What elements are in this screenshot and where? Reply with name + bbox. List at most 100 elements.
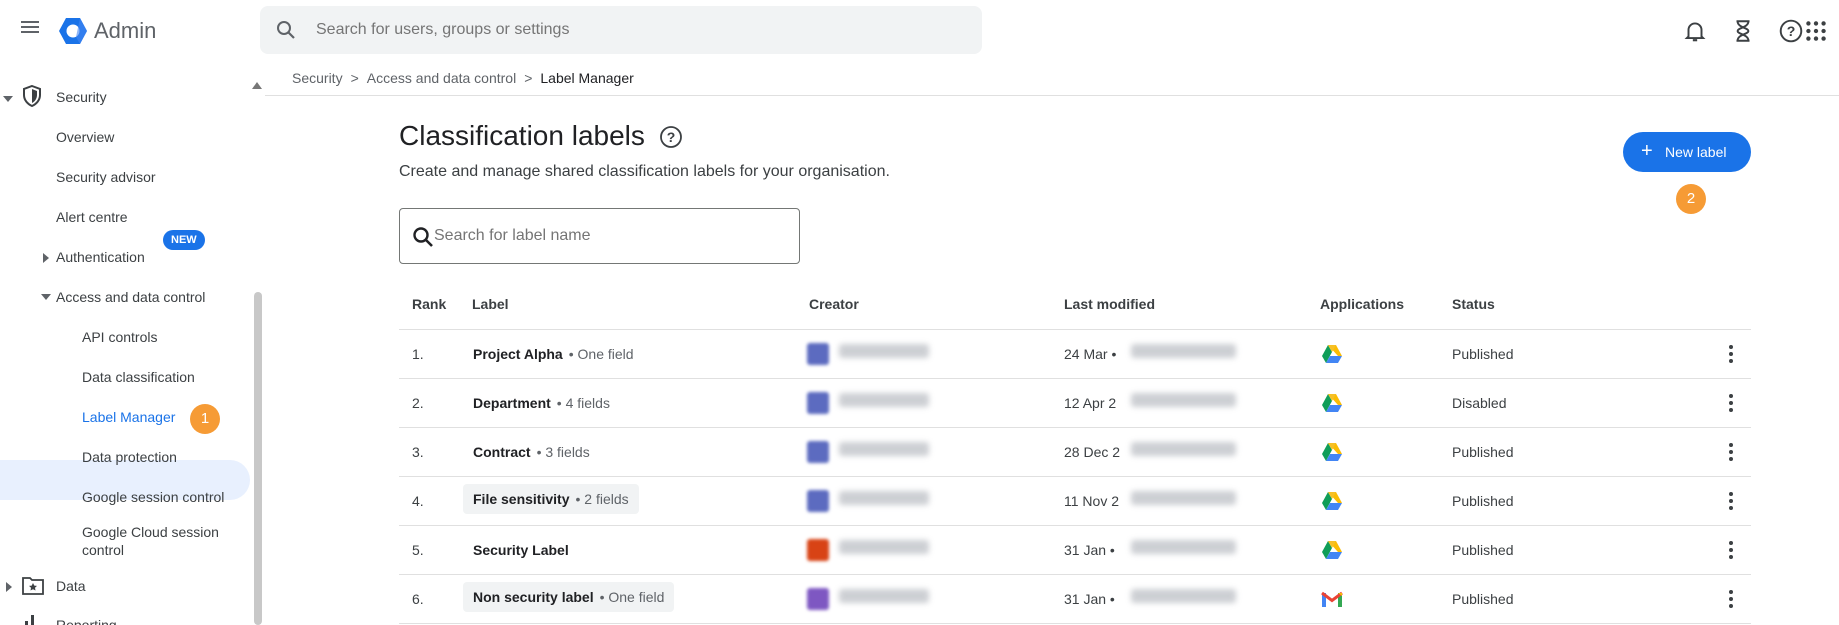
status-text: Published <box>1452 346 1514 362</box>
redacted-creator-name <box>839 442 929 456</box>
expand-arrow-icon[interactable] <box>6 582 12 592</box>
table-divider <box>399 623 1751 624</box>
sidebar-item-security-advisor[interactable]: Security advisor <box>56 169 156 185</box>
sidebar-item-data[interactable]: Data <box>56 578 86 594</box>
more-vert-icon[interactable] <box>1721 391 1741 417</box>
more-vert-icon[interactable] <box>1721 538 1741 564</box>
label-cell[interactable]: Contract • 3 fields <box>473 444 590 460</box>
redacted-creator-name <box>839 491 929 505</box>
expand-arrow-icon[interactable] <box>43 253 49 263</box>
scroll-up-arrow-icon[interactable] <box>252 82 262 89</box>
redacted-modifier-name <box>1131 491 1236 505</box>
table-row[interactable]: 5. Security Label 31 Jan • Published <box>399 526 1751 575</box>
help-icon[interactable]: ? <box>659 125 683 149</box>
label-chip[interactable]: Non security label • One field <box>463 582 675 612</box>
table-row[interactable]: 1. Project Alpha • One field 24 Mar • Publis… <box>399 330 1751 379</box>
search-icon <box>413 227 433 247</box>
top-bar: Admin ? <box>0 0 1839 62</box>
hourglass-icon[interactable] <box>1730 18 1756 44</box>
label-name: Security Label <box>473 542 569 558</box>
bar-chart-icon <box>25 615 34 625</box>
rank-cell: 3. <box>412 444 424 460</box>
sidebar-item-alert-centre[interactable]: Alert centre <box>56 209 128 225</box>
last-modified-date: 28 Dec 2 <box>1064 444 1121 460</box>
table-row[interactable]: 2. Department • 4 fields 12 Apr 2 Disabled <box>399 379 1751 428</box>
more-vert-icon[interactable] <box>1721 489 1741 515</box>
folder-star-icon <box>22 577 44 595</box>
label-field-count: • 4 fields <box>556 395 610 411</box>
sidebar-item-authentication[interactable]: Authentication <box>56 249 145 265</box>
breadcrumb-security[interactable]: Security <box>292 70 343 86</box>
sidebar-item-reporting[interactable]: Reporting <box>56 617 117 625</box>
label-name: File sensitivity <box>473 491 570 507</box>
sidebar: Security Overview Security advisor NEW A… <box>0 62 265 625</box>
plus-icon: + <box>1641 140 1653 162</box>
global-search[interactable] <box>260 6 982 54</box>
breadcrumb-label-manager: Label Manager <box>540 70 634 86</box>
more-vert-icon[interactable] <box>1721 440 1741 466</box>
sidebar-item-access-and-data-control[interactable]: Access and data control <box>56 289 205 305</box>
redacted-creator-name <box>839 393 929 407</box>
column-header-creator: Creator <box>809 296 859 312</box>
label-name: Department <box>473 395 551 411</box>
label-field-count: • One field <box>599 589 665 605</box>
google-drive-icon <box>1322 541 1342 559</box>
breadcrumb-access-and-data-control[interactable]: Access and data control <box>367 70 516 86</box>
help-icon[interactable]: ? <box>1778 18 1804 44</box>
expand-arrow-icon[interactable] <box>3 96 13 102</box>
sidebar-item-api-controls[interactable]: API controls <box>82 329 157 345</box>
rank-cell: 6. <box>412 591 424 607</box>
sidebar-item-security[interactable]: Security <box>56 89 107 105</box>
redacted-modifier-name <box>1131 540 1236 554</box>
label-cell[interactable]: Security Label <box>473 542 575 558</box>
label-cell[interactable]: Department • 4 fields <box>473 395 610 411</box>
avatar <box>807 588 829 610</box>
sidebar-item-google-cloud-session-control[interactable]: Google Cloud session control <box>82 523 232 559</box>
more-vert-icon[interactable] <box>1721 587 1741 613</box>
chevron-right-icon: > <box>350 70 359 86</box>
redacted-modifier-name <box>1131 589 1236 603</box>
sidebar-item-overview[interactable]: Overview <box>56 129 114 145</box>
label-name: Contract <box>473 444 531 460</box>
last-modified-date: 24 Mar • <box>1064 346 1117 362</box>
admin-logo[interactable] <box>58 17 88 45</box>
table-row[interactable]: 4. File sensitivity • 2 fields 11 Nov 2 Publ… <box>399 477 1751 526</box>
app-title[interactable]: Admin <box>94 18 156 44</box>
new-label-button-label: New label <box>1665 144 1727 160</box>
sidebar-scroll-thumb[interactable] <box>254 292 262 625</box>
apps-grid-icon[interactable] <box>1803 18 1829 44</box>
sidebar-item-data-classification[interactable]: Data classification <box>82 369 195 385</box>
table-row[interactable]: 3. Contract • 3 fields 28 Dec 2 Published <box>399 428 1751 477</box>
avatar <box>807 343 829 365</box>
chevron-right-icon: > <box>524 70 533 86</box>
label-field-count: • One field <box>568 346 634 362</box>
sidebar-item-label-manager[interactable]: Label Manager <box>82 409 175 425</box>
collapse-arrow-icon[interactable] <box>41 294 51 300</box>
column-header-label: Label <box>472 296 509 312</box>
new-label-button[interactable]: + New label <box>1623 132 1751 172</box>
global-search-input[interactable] <box>316 6 956 54</box>
bell-icon[interactable] <box>1682 18 1708 44</box>
more-vert-icon[interactable] <box>1721 342 1741 368</box>
last-modified-date: 11 Nov 2 <box>1064 493 1119 509</box>
redacted-modifier-name <box>1131 393 1236 407</box>
label-search-input[interactable] <box>434 209 784 263</box>
label-cell[interactable]: Project Alpha • One field <box>473 346 634 362</box>
column-header-last-modified: Last modified <box>1064 296 1156 312</box>
last-modified-date: 12 Apr 2 <box>1064 395 1117 411</box>
label-field-count: • 3 fields <box>536 444 590 460</box>
redacted-modifier-name <box>1131 442 1236 456</box>
sidebar-item-data-protection[interactable]: Data protection <box>82 449 177 465</box>
menu-icon[interactable] <box>18 18 42 42</box>
label-search[interactable] <box>399 208 800 264</box>
page-subtitle: Create and manage shared classification … <box>399 163 890 180</box>
page-title: Classification labels <box>399 120 645 151</box>
sidebar-item-google-session-control[interactable]: Google session control <box>82 489 224 505</box>
google-drive-icon <box>1322 492 1342 510</box>
table-row[interactable]: 6. Non security label • One field 31 Jan • P… <box>399 575 1751 624</box>
google-drive-icon <box>1322 345 1342 363</box>
avatar <box>807 539 829 561</box>
label-chip[interactable]: File sensitivity • 2 fields <box>463 484 639 514</box>
svg-text:?: ? <box>667 129 676 145</box>
rank-cell: 4. <box>412 493 424 509</box>
